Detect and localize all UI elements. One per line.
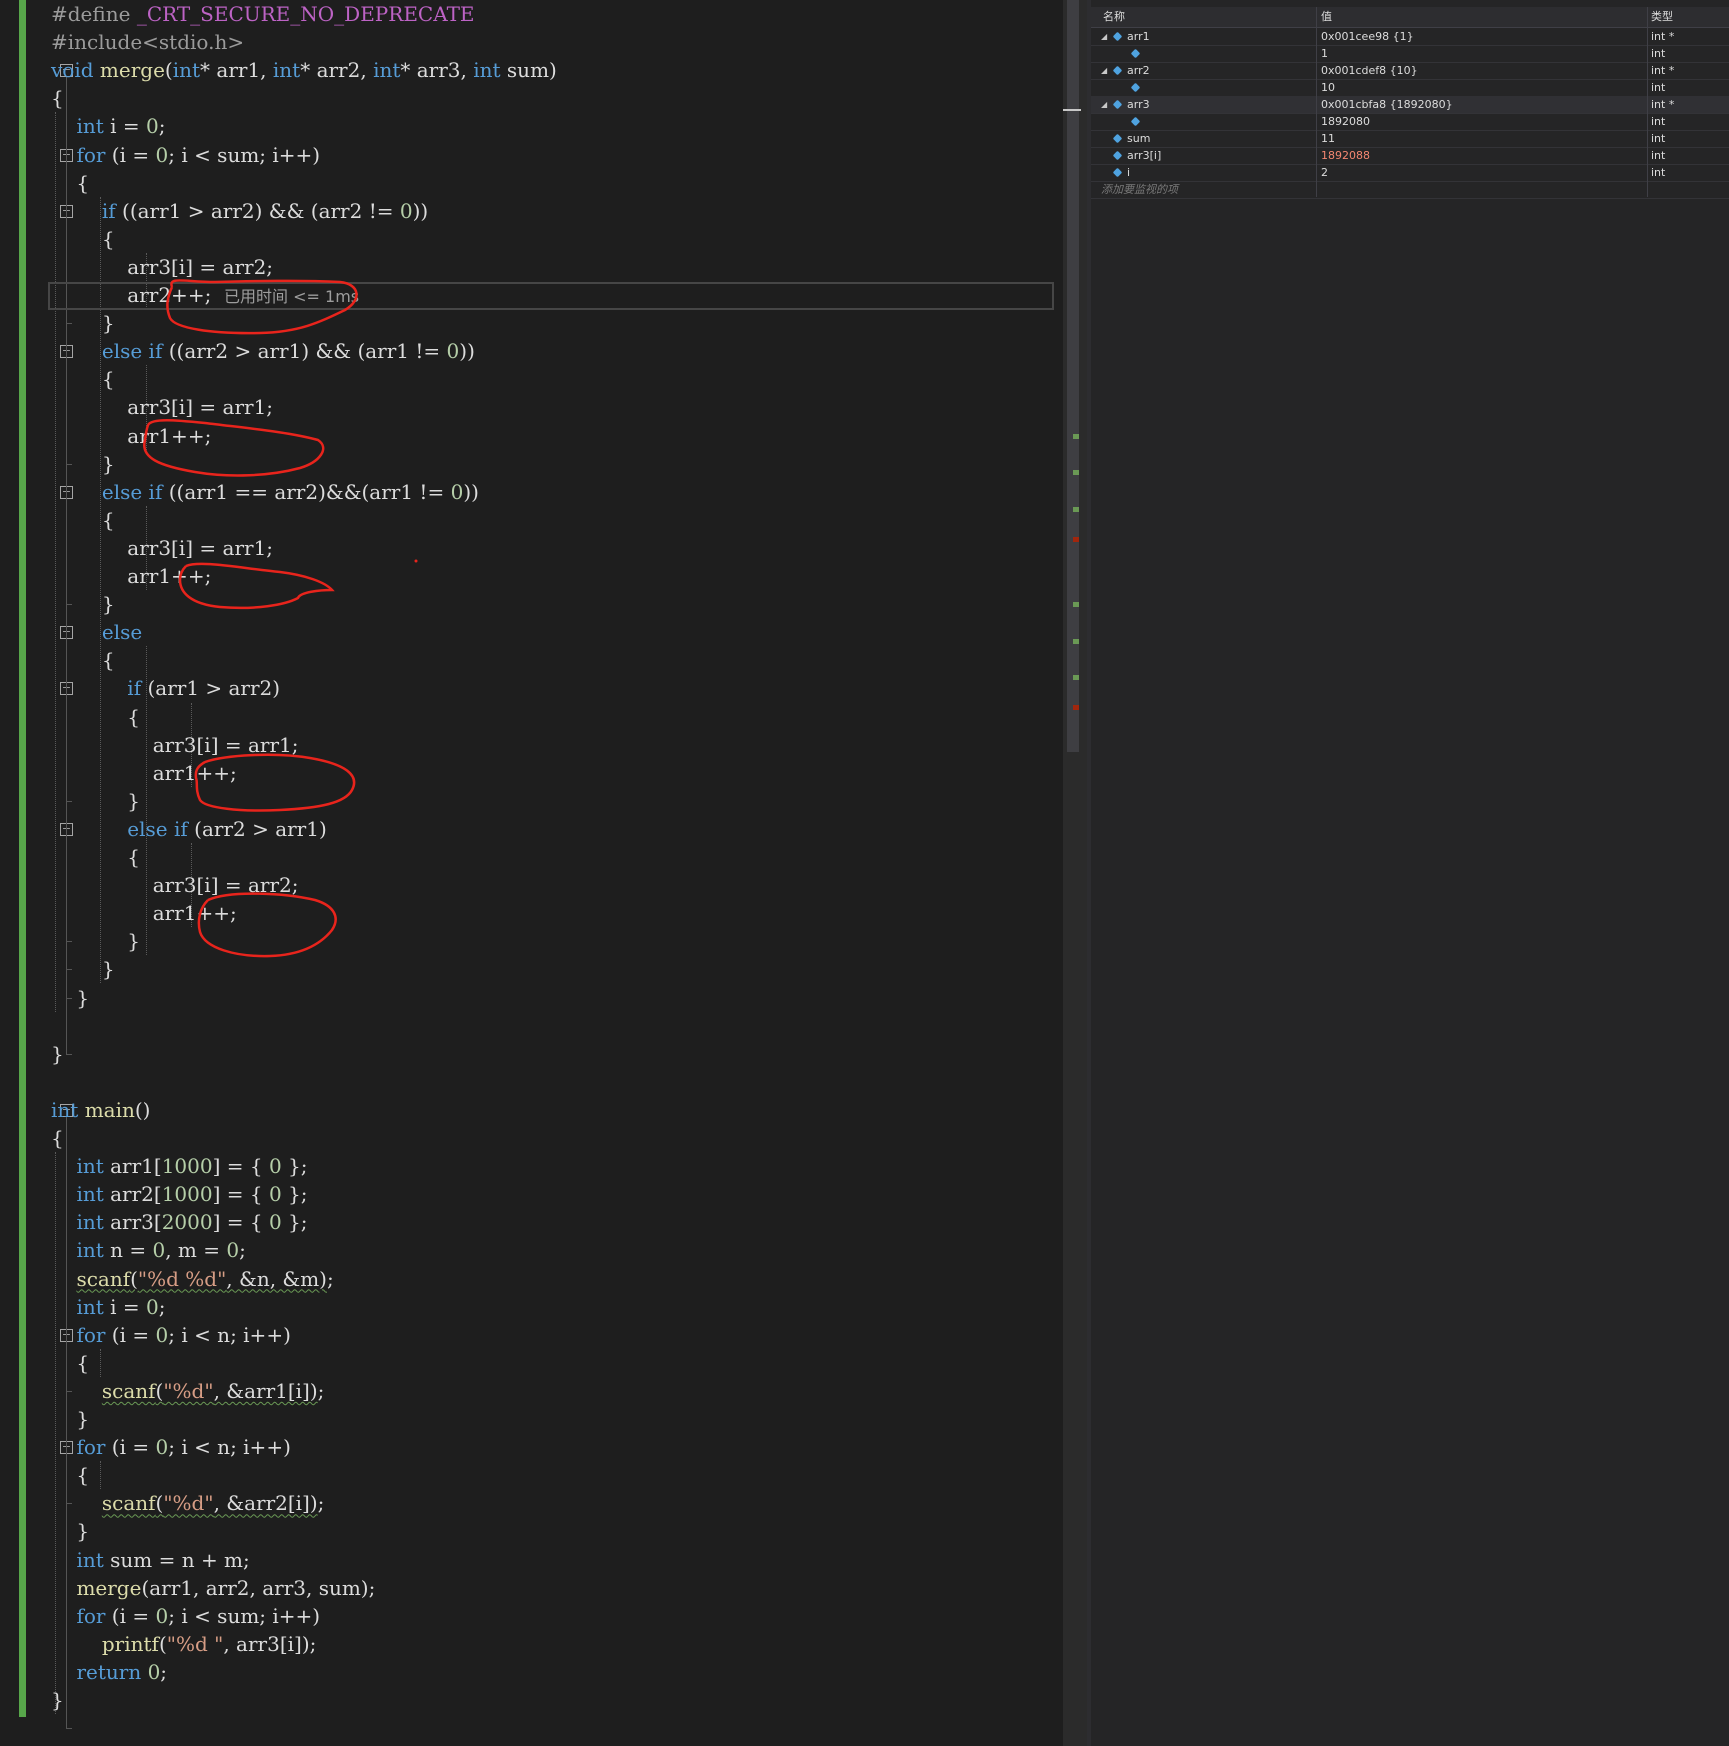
add-watch-row[interactable]: 添加要监视的项 — [1091, 181, 1729, 199]
variable-icon — [1112, 31, 1123, 42]
watch-row[interactable]: ◢ arr3 0x001cbfa8 {1892080} int * — [1091, 96, 1729, 114]
red-ink-annotations — [143, 279, 418, 958]
watch-type: int — [1651, 47, 1666, 60]
watch-value[interactable]: 0x001cdef8 {10} — [1321, 62, 1418, 79]
scrollbar-change-marker — [1073, 470, 1079, 475]
watch-name[interactable]: arr2 — [1127, 62, 1150, 79]
red-circle-arr1-inc-1 — [143, 419, 325, 477]
watch-value[interactable]: 0x001cbfa8 {1892080} — [1321, 96, 1453, 113]
add-watch-placeholder[interactable]: 添加要监视的项 — [1101, 181, 1178, 198]
watch-name[interactable]: arr1 — [1127, 28, 1150, 45]
variable-icon — [1130, 48, 1141, 59]
watch-type: int * — [1651, 30, 1675, 43]
scrollbar-change-marker — [1073, 537, 1079, 542]
watch-column-divider[interactable] — [1316, 7, 1317, 197]
watch-row[interactable]: 1892080 int — [1091, 113, 1729, 131]
watch-value[interactable]: 10 — [1321, 79, 1335, 96]
watch-window[interactable]: 名称 值 类型 ◢ arr1 0x001cee98 {1} int * 1 int ◢ arr… — [1091, 0, 1729, 1746]
watch-column-divider[interactable] — [1647, 7, 1648, 197]
watch-row[interactable]: 10 int — [1091, 79, 1729, 97]
watch-value[interactable]: 0x001cee98 {1} — [1321, 28, 1414, 45]
variable-icon — [1112, 150, 1123, 161]
variable-icon — [1112, 167, 1123, 178]
expand-triangle-icon[interactable]: ◢ — [1101, 96, 1107, 113]
watch-value[interactable]: 1 — [1321, 45, 1328, 62]
code-editor[interactable]: −−−−−−−−−−− #define _CRT_SECURE_NO_DEPRE… — [0, 0, 1063, 1746]
watch-row[interactable]: sum 11 int — [1091, 130, 1729, 148]
scrollbar-change-marker — [1073, 507, 1079, 512]
expand-triangle-icon[interactable]: ◢ — [1101, 28, 1107, 45]
variable-icon — [1130, 116, 1141, 127]
watch-row[interactable]: ◢ arr1 0x001cee98 {1} int * — [1091, 28, 1729, 46]
watch-name[interactable]: i — [1127, 164, 1130, 181]
scrollbar-change-marker — [1073, 705, 1079, 710]
red-circle-arr1-inc-4 — [197, 892, 337, 958]
watch-type: int * — [1651, 98, 1675, 111]
red-circle-arr2-inc — [166, 279, 358, 335]
expand-triangle-icon[interactable]: ◢ — [1101, 62, 1107, 79]
watch-header-type[interactable]: 类型 — [1651, 7, 1673, 27]
watch-type: int — [1651, 115, 1666, 128]
watch-row[interactable]: arr3[i] 1892088 int — [1091, 147, 1729, 165]
watch-header-value[interactable]: 值 — [1321, 7, 1332, 27]
watch-type: int — [1651, 132, 1666, 145]
variable-icon — [1130, 82, 1141, 93]
watch-row[interactable]: ◢ arr2 0x001cdef8 {10} int * — [1091, 62, 1729, 80]
scrollbar-change-marker — [1073, 675, 1079, 680]
scrollbar-change-marker — [1073, 602, 1079, 607]
watch-name[interactable]: arr3[i] — [1127, 147, 1161, 164]
watch-value[interactable]: 1892080 — [1321, 113, 1370, 130]
watch-row[interactable]: 1 int — [1091, 45, 1729, 63]
watch-name[interactable]: arr3 — [1127, 96, 1150, 113]
watch-type: int — [1651, 81, 1666, 94]
red-circle-arr1-inc-3 — [194, 753, 356, 812]
watch-value[interactable]: 1892088 — [1321, 147, 1370, 164]
watch-type: int — [1651, 149, 1666, 162]
scrollbar-change-marker — [1073, 639, 1079, 644]
scrollbar-change-marker — [1073, 434, 1079, 439]
watch-header-name[interactable]: 名称 — [1103, 7, 1125, 27]
scrollbar-caret-marker — [1063, 109, 1081, 111]
watch-header-row: 名称 值 类型 — [1091, 7, 1729, 28]
variable-icon — [1112, 65, 1123, 76]
watch-value[interactable]: 11 — [1321, 130, 1335, 147]
watch-type: int — [1651, 166, 1666, 179]
watch-name[interactable]: sum — [1127, 130, 1150, 147]
watch-value[interactable]: 2 — [1321, 164, 1328, 181]
red-ink-dot — [414, 559, 418, 563]
watch-row[interactable]: i 2 int — [1091, 164, 1729, 182]
variable-icon — [1112, 133, 1123, 144]
watch-type: int * — [1651, 64, 1675, 77]
red-circle-arr1-inc-2 — [178, 562, 335, 610]
variable-icon — [1112, 99, 1123, 110]
